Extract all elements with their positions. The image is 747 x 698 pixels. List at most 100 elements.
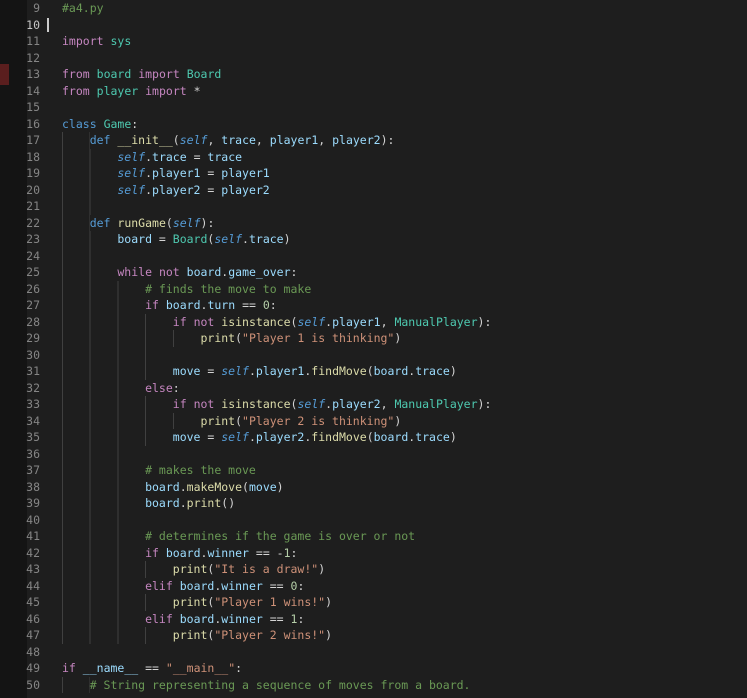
line-number[interactable]: 38: [0, 479, 40, 496]
code-line[interactable]: 32 else:: [0, 379, 747, 397]
code-line[interactable]: 10: [0, 17, 747, 34]
code-line-text[interactable]: if board.turn == 0:: [40, 297, 277, 314]
line-number[interactable]: 40: [0, 512, 40, 529]
code-line[interactable]: 48: [0, 644, 747, 661]
code-line[interactable]: 42 if board.winner == -1:: [0, 544, 747, 562]
code-line-text[interactable]: [40, 17, 62, 34]
code-line[interactable]: 26 # finds the move to make: [0, 280, 747, 298]
code-line[interactable]: 13 from board import Board: [0, 66, 747, 83]
code-line-text[interactable]: # String representing a sequence of move…: [40, 676, 471, 693]
code-line[interactable]: 45 print("Player 1 wins!"): [0, 594, 747, 611]
code-line-text[interactable]: print("It is a draw!"): [40, 561, 325, 578]
code-line[interactable]: 19 self.player1 = player1: [0, 165, 747, 182]
code-line[interactable]: 22 def runGame(self):: [0, 214, 747, 232]
code-line-text[interactable]: [40, 50, 62, 67]
line-number[interactable]: 41: [0, 528, 40, 545]
line-number[interactable]: 31: [0, 363, 40, 380]
code-line-text[interactable]: move = self.player1.findMove(board.trace…: [40, 363, 457, 380]
line-number[interactable]: 12: [0, 50, 40, 67]
line-number[interactable]: 19: [0, 165, 40, 182]
line-number[interactable]: 49: [0, 660, 40, 677]
code-line-text[interactable]: [40, 346, 173, 363]
code-line-text[interactable]: if not isinstance(self.player2, ManualPl…: [40, 396, 491, 413]
code-line-text[interactable]: if not isinstance(self.player1, ManualPl…: [40, 313, 491, 330]
code-line[interactable]: 24: [0, 247, 747, 265]
line-number[interactable]: 29: [0, 330, 40, 347]
code-line-text[interactable]: [40, 247, 118, 264]
code-line[interactable]: 20 self.player2 = player2: [0, 181, 747, 198]
code-line[interactable]: 28 if not isinstance(self.player1, Manual…: [0, 313, 747, 331]
code-line[interactable]: 33 if not isinstance(self.player2, Manual…: [0, 396, 747, 413]
line-number[interactable]: 21: [0, 198, 40, 215]
code-line-text[interactable]: [40, 644, 62, 661]
line-number[interactable]: 28: [0, 314, 40, 331]
code-line[interactable]: 31 move = self.player1.findMove(board.tra…: [0, 363, 747, 380]
code-line[interactable]: 49 if __name__ == "__main__":: [0, 660, 747, 677]
code-line-text[interactable]: board = Board(self.trace): [40, 231, 291, 248]
code-line[interactable]: 16 class Game:: [0, 116, 747, 133]
code-line-text[interactable]: [40, 99, 62, 116]
code-line-text[interactable]: print("Player 1 is thinking"): [40, 330, 401, 347]
line-number[interactable]: 48: [0, 644, 40, 661]
line-number[interactable]: 17: [0, 132, 40, 149]
code-line-text[interactable]: # finds the move to make: [40, 280, 311, 297]
code-line-text[interactable]: import sys: [40, 33, 131, 50]
code-line-text[interactable]: elif board.winner == 1:: [40, 610, 304, 627]
code-line[interactable]: 11 import sys: [0, 33, 747, 50]
code-line[interactable]: 14 from player import *: [0, 83, 747, 100]
code-line-text[interactable]: board.print(): [40, 495, 235, 512]
line-number[interactable]: 13: [0, 66, 40, 83]
code-line[interactable]: 39 board.print(): [0, 495, 747, 512]
code-line-text[interactable]: self.trace = trace: [40, 148, 242, 165]
code-line-text[interactable]: def __init__(self, trace, player1, playe…: [40, 132, 394, 149]
code-line-text[interactable]: else:: [40, 379, 180, 396]
code-line-text[interactable]: board.makeMove(move): [40, 478, 284, 495]
line-number[interactable]: 23: [0, 231, 40, 248]
code-line-text[interactable]: from player import *: [40, 83, 201, 100]
code-line-text[interactable]: # makes the move: [40, 462, 256, 479]
line-number[interactable]: 22: [0, 215, 40, 232]
line-number[interactable]: 9: [0, 0, 40, 17]
line-number[interactable]: 15: [0, 99, 40, 116]
line-number[interactable]: 46: [0, 611, 40, 628]
code-line-text[interactable]: [40, 511, 146, 528]
code-line[interactable]: 21: [0, 198, 747, 215]
line-number[interactable]: 45: [0, 594, 40, 611]
code-line[interactable]: 44 elif board.winner == 0:: [0, 577, 747, 594]
code-line[interactable]: 30: [0, 346, 747, 363]
code-line[interactable]: 25 while not board.game_over:: [0, 264, 747, 281]
code-line[interactable]: 38 board.makeMove(move): [0, 478, 747, 496]
code-line[interactable]: 40: [0, 511, 747, 529]
code-line[interactable]: 41 # determines if the game is over or no…: [0, 528, 747, 545]
code-line-text[interactable]: def runGame(self):: [40, 214, 214, 231]
line-number[interactable]: 25: [0, 264, 40, 281]
code-line-text[interactable]: print("Player 2 is thinking"): [40, 412, 401, 429]
code-line[interactable]: 47 print("Player 2 wins!"): [0, 627, 747, 644]
line-number[interactable]: 18: [0, 149, 40, 166]
code-line-text[interactable]: self.player1 = player1: [40, 165, 270, 182]
line-number[interactable]: 26: [0, 281, 40, 298]
line-number[interactable]: 47: [0, 627, 40, 644]
code-line-text[interactable]: while not board.game_over:: [40, 264, 297, 281]
code-line-text[interactable]: [40, 198, 118, 215]
code-line-text[interactable]: if __name__ == "__main__":: [40, 660, 242, 677]
line-number[interactable]: 14: [0, 83, 40, 100]
code-line-text[interactable]: print("Player 2 wins!"): [40, 627, 332, 644]
code-line-text[interactable]: if board.winner == -1:: [40, 544, 297, 561]
line-number[interactable]: 42: [0, 545, 40, 562]
code-line-text[interactable]: elif board.winner == 0:: [40, 577, 304, 594]
code-line[interactable]: 35 move = self.player2.findMove(board.tra…: [0, 429, 747, 446]
code-line-text[interactable]: from board import Board: [40, 66, 221, 83]
line-number[interactable]: 36: [0, 446, 40, 463]
line-number[interactable]: 50: [0, 677, 40, 694]
line-number[interactable]: 32: [0, 380, 40, 397]
code-line[interactable]: 50 # String representing a sequence of mo…: [0, 676, 747, 694]
code-line[interactable]: 29 print("Player 1 is thinking"): [0, 330, 747, 347]
line-number[interactable]: 39: [0, 495, 40, 512]
code-line-text[interactable]: # determines if the game is over or not: [40, 528, 415, 545]
line-number[interactable]: 24: [0, 248, 40, 265]
code-line[interactable]: 46 elif board.winner == 1:: [0, 610, 747, 628]
code-line[interactable]: 9 #a4.py: [0, 0, 747, 17]
code-line-text[interactable]: [40, 445, 146, 462]
code-line[interactable]: 15: [0, 99, 747, 116]
